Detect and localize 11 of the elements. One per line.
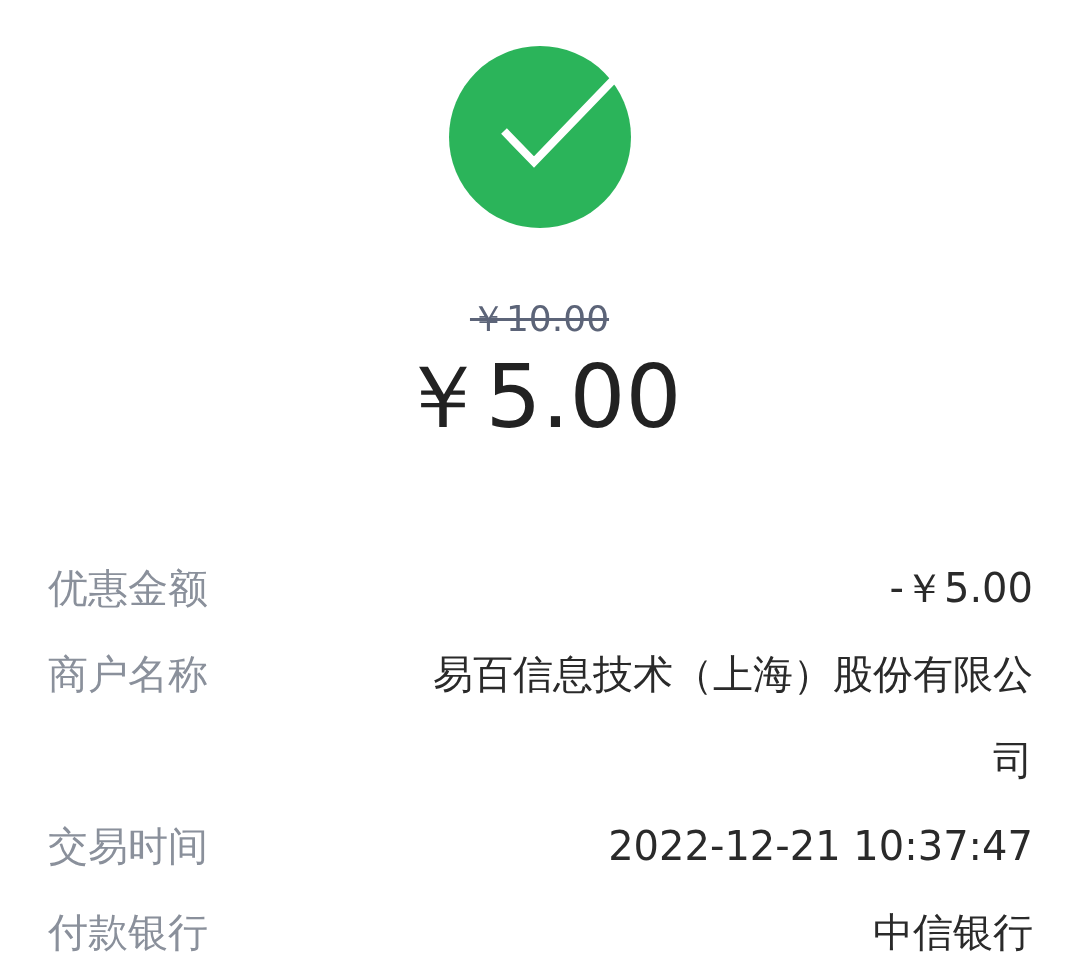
payment-amount: ￥5.00 — [397, 347, 682, 447]
detail-label: 商户名称 — [48, 650, 208, 699]
detail-value: 易百信息技术（上海）股份有限公司 — [432, 650, 1033, 785]
success-check-icon — [447, 45, 632, 229]
detail-label: 交易时间 — [48, 822, 208, 871]
original-price: ￥10.00 — [469, 299, 610, 339]
detail-label: 优惠金额 — [48, 564, 208, 613]
detail-label: 付款银行 — [48, 908, 208, 957]
detail-value: 中信银行 — [873, 908, 1033, 957]
detail-value: -￥5.00 — [889, 564, 1033, 613]
detail-value: 2022-12-21 10:37:47 — [608, 822, 1033, 871]
